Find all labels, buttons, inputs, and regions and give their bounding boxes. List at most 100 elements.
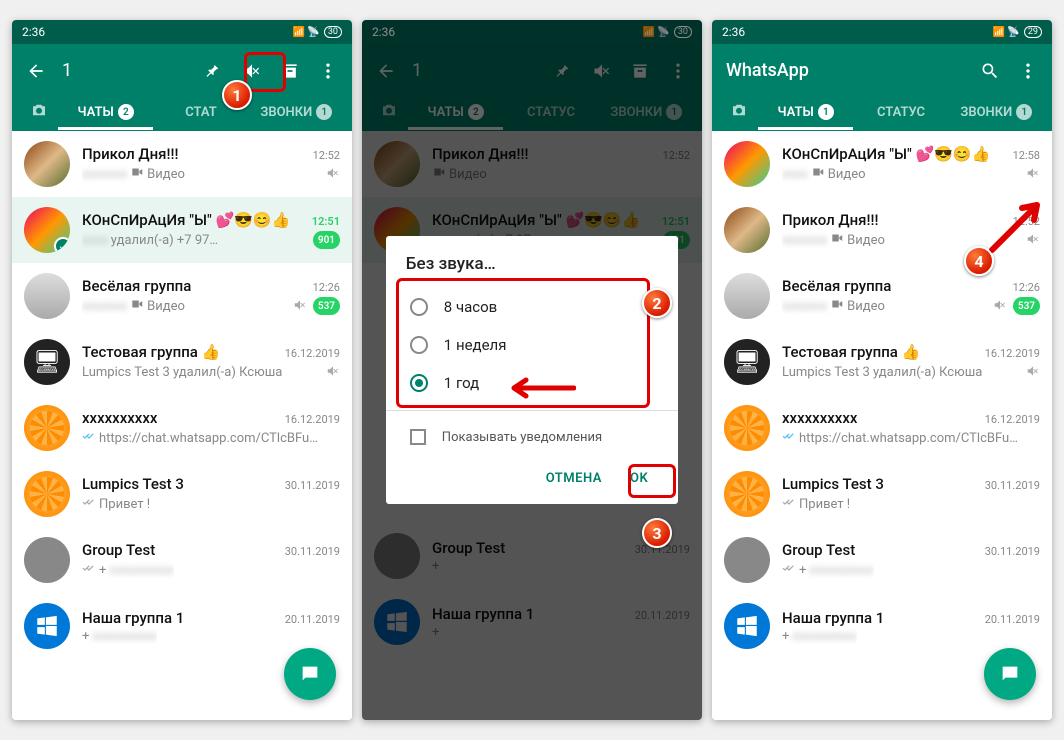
ticks-icon [82,495,96,513]
phone-screen-2: 2:36 📶 📡 30 1 ЧАТЫ2 СТАТУС ЗВОНКИ1 Прико… [362,20,702,720]
chat-time: 20.11.2019 [985,613,1040,626]
chat-list[interactable]: Прикол Дня!!!12:52 xxxxxxxВидео КОнСпИрА… [12,131,352,720]
pin-icon[interactable] [204,61,224,81]
back-icon[interactable] [26,61,46,81]
avatar[interactable] [724,273,770,319]
avatar[interactable] [724,207,770,253]
app-bar: WhatsApp ЧАТЫ1 СТАТУС ЗВОНКИ1 [712,44,1052,131]
chat-time: 30.11.2019 [985,479,1040,492]
chat-row[interactable]: Group Test30.11.2019 +xxxxxxxxxx [12,527,352,593]
chat-time: 12:58 [1013,149,1040,162]
avatar[interactable] [724,471,770,517]
unread-badge: 537 [313,297,340,315]
chat-row[interactable]: КОнСпИрАцИя "Ы" 💕😎😊👍12:58 xxxxВидео [712,131,1052,197]
mute-icon[interactable] [242,61,262,81]
chat-row[interactable]: xxxxxxxxxx16.12.2019 https://chat.whatsa… [712,395,1052,461]
avatar[interactable] [24,273,70,319]
show-notifications-checkbox[interactable]: Показывать уведомления [406,419,658,455]
unread-badge: 901 [313,231,340,249]
chat-msg: xxxxxxxВидео [782,231,885,249]
chat-row[interactable]: Тестовая группа 👍16.12.2019 Lumpics Test… [12,329,352,395]
muted-icon [1026,363,1040,382]
status-right: 📶 📡 30 [292,26,342,38]
status-time: 2:36 [722,25,745,39]
chat-name: xxxxxxxxxx [82,409,157,427]
chat-name: Наша группа 1 [782,609,884,627]
chat-msg: Привет ! [82,495,150,513]
mute-dialog-overlay[interactable]: Без звука… 8 часов 1 неделя 1 год Показы… [362,20,702,720]
more-icon[interactable] [1018,61,1038,81]
avatar[interactable] [724,141,770,187]
chat-list[interactable]: КОнСпИрАцИя "Ы" 💕😎😊👍12:58 xxxxВидео Прик… [712,131,1052,720]
archive-icon[interactable] [280,61,300,81]
new-chat-fab[interactable] [984,648,1036,700]
chat-time: 16.12.2019 [985,413,1040,426]
chat-time: 16.12.2019 [285,413,340,426]
tab-chats[interactable]: ЧАТЫ1 [758,94,853,130]
cancel-button[interactable]: ОТМЕНА [536,463,612,494]
tab-status[interactable]: СТАТ [153,95,248,130]
chat-msg: Привет ! [782,495,850,513]
more-icon[interactable] [318,61,338,81]
status-bar: 2:36 📶 📡 30 [12,20,352,44]
chat-msg: +xxxxxxxxxx [782,561,874,579]
chat-row[interactable]: Тестовая группа 👍16.12.2019 Lumpics Test… [712,329,1052,395]
chat-time: 12:51 [312,215,340,228]
tab-camera[interactable] [20,93,58,131]
chat-row[interactable]: КОнСпИрАцИя "Ы" 💕😎😊👍12:51 xxxxудалил(-а)… [12,197,352,263]
avatar[interactable] [724,537,770,583]
radio-icon [410,298,428,316]
avatar[interactable] [724,339,770,385]
dialog-title: Без звука… [406,254,658,274]
chat-row[interactable]: Lumpics Test 330.11.2019 Привет ! [712,461,1052,527]
new-chat-fab[interactable] [284,648,336,700]
avatar[interactable] [24,339,70,385]
avatar[interactable] [24,537,70,583]
ticks-icon [82,429,96,447]
ok-button[interactable]: OK [620,463,658,494]
chat-time: 12:52 [313,149,340,162]
chat-row[interactable]: Lumpics Test 330.11.2019 Привет ! [12,461,352,527]
chat-name: Тестовая группа 👍 [782,343,920,361]
tab-calls[interactable]: ЗВОНКИ1 [249,94,344,130]
chat-name: Тестовая группа 👍 [82,343,220,361]
chat-time: 16.12.2019 [985,347,1040,360]
avatar[interactable] [724,603,770,649]
chat-row[interactable]: Прикол Дня!!! 12:52 xxxxxxxВидео [712,197,1052,263]
avatar[interactable] [724,405,770,451]
status-bar: 2:36 📶 📡 29 [712,20,1052,44]
tab-calls[interactable]: ЗВОНКИ1 [949,94,1044,130]
muted-icon [326,363,340,382]
chat-msg: +xxxxxxxxxx [82,629,157,644]
chat-row[interactable]: Весёлая группа12:26 xxxxxxxВидео537 [712,263,1052,329]
avatar[interactable] [24,471,70,517]
chat-time: 30.11.2019 [285,479,340,492]
search-icon[interactable] [980,61,1000,81]
app-title: WhatsApp [726,60,964,81]
avatar[interactable] [24,405,70,451]
avatar[interactable] [24,207,70,253]
muted-icon [326,165,340,184]
chat-time: 30.11.2019 [985,545,1040,558]
chat-msg: Lumpics Test 3 удалил(-а) Ксюша [82,365,282,380]
radio-option-1w[interactable]: 1 неделя [406,326,658,364]
radio-icon [410,374,428,392]
avatar[interactable] [24,603,70,649]
tab-status[interactable]: СТАТУС [853,95,948,130]
chat-msg: xxxxxxxВидео [82,165,185,183]
radio-option-8h[interactable]: 8 часов [406,288,658,326]
radio-option-1y[interactable]: 1 год [406,364,658,402]
tab-chats[interactable]: ЧАТЫ2 [58,94,153,130]
status-right: 📶 📡 29 [992,26,1042,38]
chat-row[interactable]: xxxxxxxxxx16.12.2019 https://chat.whatsa… [12,395,352,461]
chat-row[interactable]: Group Test30.11.2019 +xxxxxxxxxx [712,527,1052,593]
ticks-icon [782,495,796,513]
chat-time: 12:52 [1013,215,1040,228]
avatar[interactable] [24,141,70,187]
mute-dialog: Без звука… 8 часов 1 неделя 1 год Показы… [386,236,678,504]
chat-row[interactable]: Весёлая группа12:26 xxxxxxxВидео537 [12,263,352,329]
chat-row[interactable]: Прикол Дня!!!12:52 xxxxxxxВидео [12,131,352,197]
status-time: 2:36 [22,25,45,39]
tab-camera[interactable] [720,93,758,131]
chat-name: Прикол Дня!!! [782,211,878,229]
